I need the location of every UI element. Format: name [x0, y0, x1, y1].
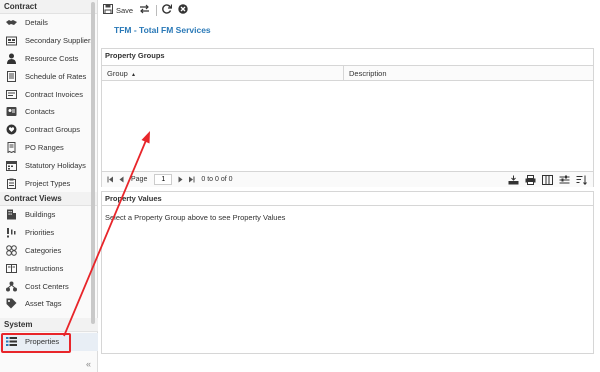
sidebar-item-label: Instructions — [25, 263, 64, 273]
sidebar-item-buildings[interactable]: Buildings — [0, 206, 97, 224]
sidebar-item-label: Project Types — [25, 178, 71, 188]
invoice-icon — [6, 89, 17, 100]
handshake-icon — [6, 17, 17, 28]
column-label: Group — [107, 69, 128, 78]
sidebar-item-contacts[interactable]: Contacts — [0, 103, 97, 121]
sidebar-item-contract-invoices[interactable]: Contract Invoices — [0, 85, 97, 103]
sidebar-item-label: Details — [25, 18, 48, 28]
sidebar: Contract Details Secondary Suppliers Res… — [0, 0, 98, 372]
sidebar-section-title: System — [0, 318, 98, 332]
categories-icon — [6, 245, 17, 256]
sidebar-item-instructions[interactable]: Instructions — [0, 259, 97, 277]
refresh-icon — [162, 4, 173, 16]
heart-icon — [6, 124, 17, 135]
print-icon[interactable] — [525, 175, 536, 185]
close-circle-icon — [178, 4, 188, 16]
sidebar-section-title: Contract Views — [0, 191, 97, 206]
tag-icon — [6, 298, 17, 309]
property-values-panel: Property Values Select a Property Group … — [101, 191, 594, 354]
sidebar-item-label: PO Ranges — [25, 142, 64, 152]
property-groups-panel: Property Groups Group ▴ Description Page… — [101, 48, 594, 187]
sidebar-item-secondary-suppliers[interactable]: Secondary Suppliers — [0, 32, 97, 50]
suppliers-icon — [6, 35, 17, 46]
clipboard-icon — [6, 178, 17, 189]
sidebar-item-asset-tags[interactable]: Asset Tags — [0, 295, 97, 313]
swap-button[interactable] — [139, 4, 150, 16]
columns-icon[interactable] — [542, 175, 553, 185]
sidebar-section-system: System Properties — [0, 318, 98, 351]
grid-pager: Page 0 to 0 of 0 — [102, 171, 593, 187]
exclamation-icon — [6, 227, 17, 238]
empty-state-message: Select a Property Group above to see Pro… — [105, 213, 286, 222]
last-page-icon[interactable] — [187, 175, 196, 184]
building-icon — [6, 209, 17, 220]
previous-page-icon[interactable] — [117, 175, 126, 184]
cost-centers-icon — [6, 281, 17, 292]
calendar-icon — [6, 160, 17, 171]
sidebar-item-details[interactable]: Details — [0, 14, 97, 32]
property-groups-title: Property Groups — [105, 51, 165, 60]
property-values-title: Property Values — [102, 192, 593, 206]
sidebar-item-contract-groups[interactable]: Contract Groups — [0, 121, 97, 139]
sidebar-item-project-types[interactable]: Project Types — [0, 174, 97, 192]
sidebar-section-title: Contract — [0, 0, 97, 14]
sidebar-item-statutory-holidays[interactable]: Statutory Holidays — [0, 156, 97, 174]
floppy-disk-icon — [103, 4, 113, 16]
sidebar-item-label: Cost Centers — [25, 281, 69, 291]
sidebar-item-label: Contract Invoices — [25, 89, 83, 99]
swap-arrows-icon — [139, 4, 150, 16]
sidebar-item-label: Properties — [25, 337, 60, 347]
save-button[interactable]: Save — [103, 4, 133, 16]
column-label: Description — [349, 69, 387, 78]
grid-header: Group ▴ Description — [102, 66, 593, 81]
page-number-input[interactable] — [154, 174, 173, 185]
sort-icon[interactable] — [576, 175, 587, 185]
toolbar-divider — [156, 4, 158, 16]
document-icon — [6, 70, 17, 82]
sidebar-item-schedule-of-rates[interactable]: Schedule of Rates — [0, 67, 97, 85]
sidebar-item-label: Resource Costs — [25, 53, 79, 63]
sidebar-item-label: Priorities — [25, 228, 55, 238]
filter-lines-icon[interactable] — [559, 175, 570, 185]
sidebar-item-resource-costs[interactable]: Resource Costs — [0, 50, 97, 68]
sidebar-item-label: Statutory Holidays — [25, 160, 86, 170]
sidebar-item-label: Categories — [25, 245, 62, 255]
sidebar-item-categories[interactable]: Categories — [0, 242, 97, 260]
column-header-group[interactable]: Group ▴ — [102, 66, 344, 81]
sidebar-section-contract: Contract Details Secondary Suppliers Res… — [0, 0, 97, 192]
save-label: Save — [116, 5, 134, 15]
collapse-sidebar-icon[interactable]: « — [86, 359, 91, 369]
next-page-icon[interactable] — [176, 175, 185, 184]
pager-summary: 0 to 0 of 0 — [201, 176, 233, 183]
page-label: Page — [131, 176, 148, 183]
sidebar-item-label: Contract Groups — [25, 125, 81, 135]
refresh-button[interactable] — [162, 4, 173, 16]
book-icon — [6, 263, 17, 274]
sidebar-item-priorities[interactable]: Priorities — [0, 224, 97, 242]
sidebar-scrollbar[interactable] — [91, 2, 95, 324]
sidebar-item-properties[interactable]: Properties — [0, 333, 98, 351]
sidebar-item-cost-centers[interactable]: Cost Centers — [0, 277, 97, 295]
grid-tools — [502, 175, 587, 185]
person-icon — [6, 53, 17, 64]
first-page-icon[interactable] — [106, 175, 115, 184]
column-header-description[interactable]: Description — [344, 66, 593, 81]
sidebar-item-po-ranges[interactable]: PO Ranges — [0, 139, 97, 157]
property-groups-grid: Group ▴ Description — [102, 65, 593, 169]
sidebar-section-contract-views: Contract Views Buildings Priorities Cate… — [0, 191, 97, 313]
receipt-icon — [6, 141, 17, 153]
sidebar-item-label: Asset Tags — [25, 299, 62, 309]
contacts-icon — [6, 106, 17, 117]
toolbar: Save — [103, 3, 194, 17]
list-icon — [6, 336, 17, 347]
sidebar-item-label: Buildings — [25, 210, 56, 220]
sidebar-item-label: Schedule of Rates — [25, 71, 87, 81]
sidebar-item-label: Secondary Suppliers — [25, 36, 95, 46]
sort-ascending-icon: ▴ — [131, 72, 135, 78]
page-title: TFM - Total FM Services — [114, 25, 211, 35]
sidebar-item-label: Contacts — [25, 107, 55, 117]
export-icon[interactable] — [508, 175, 519, 185]
close-button[interactable] — [178, 4, 188, 16]
